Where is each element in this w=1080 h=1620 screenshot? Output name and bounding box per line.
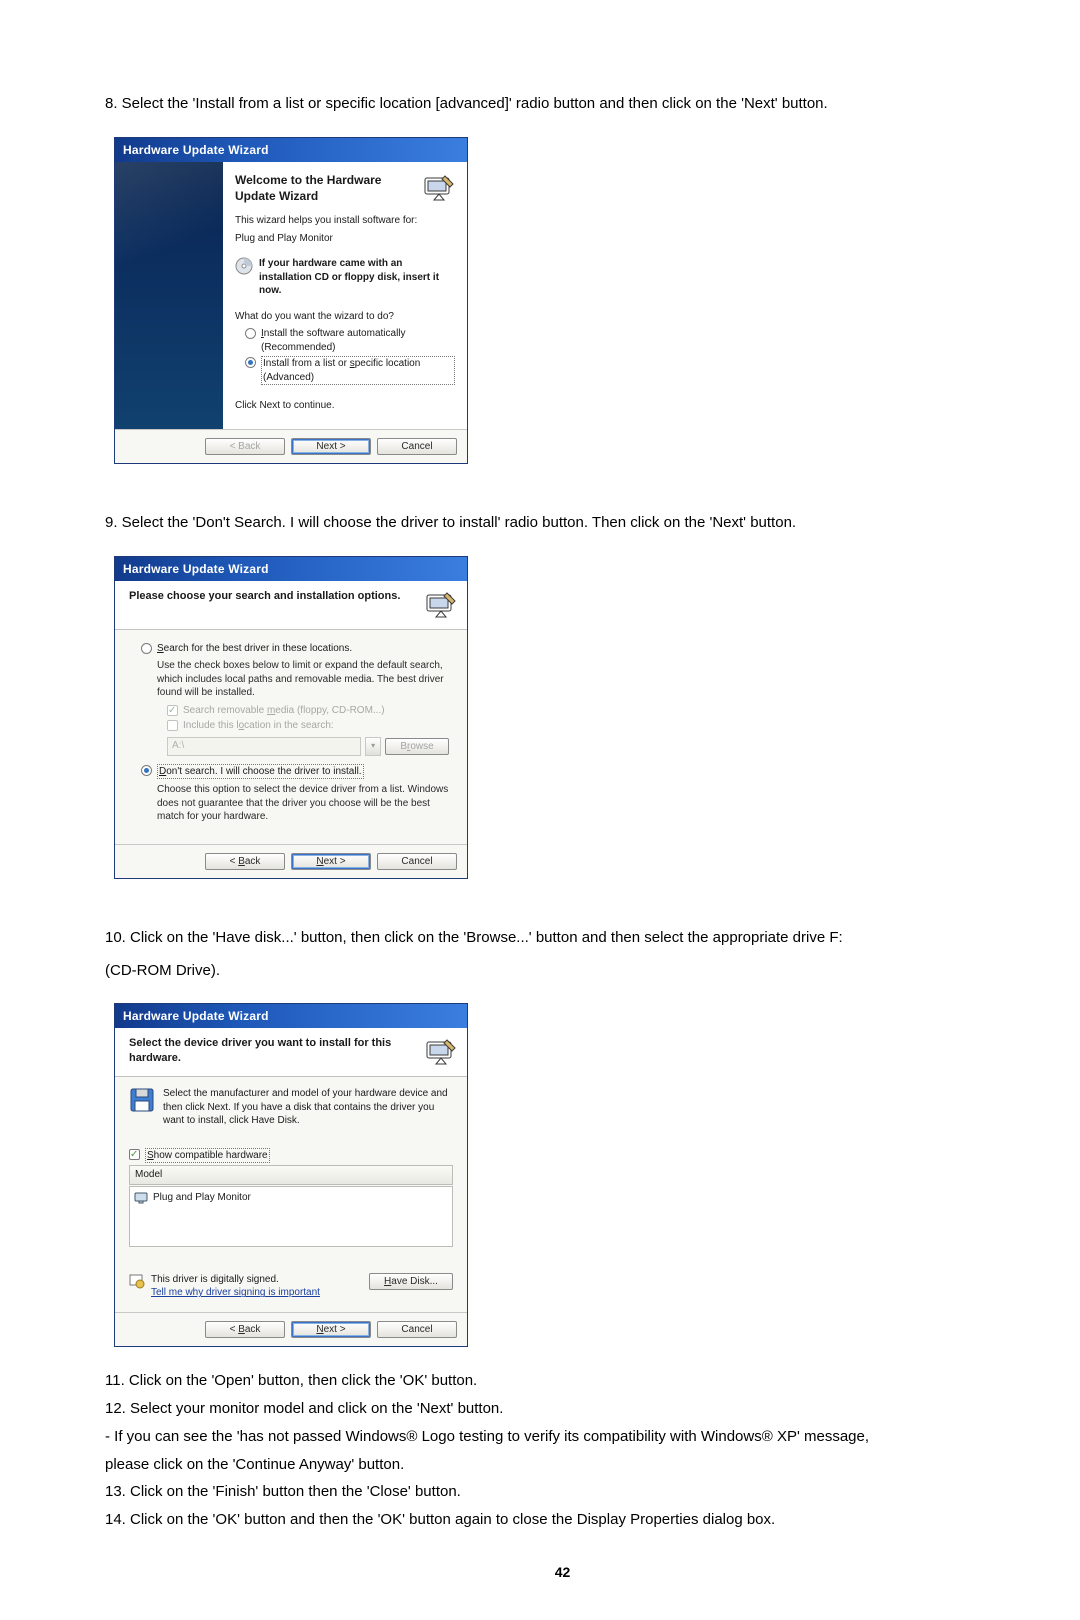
wizard-step-10: Hardware Update Wizard Select the device… — [114, 1003, 468, 1347]
radio-install-list[interactable]: Install from a list or specific location… — [245, 356, 455, 385]
instruction-step-11: 11. Click on the 'Open' button, then cli… — [105, 1367, 1020, 1395]
instruction-step-10-b: (CD-ROM Drive). — [105, 957, 1020, 986]
location-path-input: A:\ — [167, 737, 361, 756]
wizard-line-helps: This wizard helps you install software f… — [235, 214, 455, 228]
wizard-step-8: Hardware Update Wizard Welcome to the Ha… — [114, 137, 468, 465]
instruction-step-14: 14. Click on the 'OK' button and then th… — [105, 1506, 1020, 1534]
checkbox-icon — [129, 1149, 140, 1160]
driver-signed-text: This driver is digitally signed. — [151, 1274, 279, 1285]
checkbox-icon — [167, 720, 178, 731]
driver-signing-link[interactable]: Tell me why driver signing is important — [151, 1287, 320, 1298]
radio-icon — [245, 357, 256, 368]
have-disk-button[interactable]: Have Disk... — [369, 1273, 453, 1291]
search-description: Use the check boxes below to limit or ex… — [157, 659, 449, 700]
instruction-step-8: 8. Select the 'Install from a list or sp… — [105, 90, 1020, 119]
cancel-button[interactable]: Cancel — [377, 1321, 457, 1339]
radio-dont-search-label: Don't search. I will choose the driver t… — [157, 764, 364, 780]
radio-install-list-label: Install from a list or specific location… — [261, 356, 455, 385]
wizard-subtitle: Please choose your search and installati… — [129, 589, 400, 604]
radio-install-auto-label: Install the software automatically (Reco… — [261, 328, 406, 353]
instruction-step-10-a: 10. Click on the 'Have disk...' button, … — [105, 924, 1020, 953]
wizard-title: Hardware Update Wizard — [115, 138, 467, 162]
back-button[interactable]: < Back — [205, 853, 285, 871]
model-column-header[interactable]: Model — [129, 1165, 453, 1185]
model-item-label: Plug and Play Monitor — [153, 1191, 251, 1205]
wizard-prompt: What do you want the wizard to do? — [235, 310, 455, 324]
radio-icon — [141, 765, 152, 776]
next-button[interactable]: Next > — [291, 1321, 371, 1339]
instruction-step-9: 9. Select the 'Don't Search. I will choo… — [105, 509, 1020, 538]
hardware-wizard-icon — [425, 1036, 457, 1068]
radio-install-auto[interactable]: Install the software automatically (Reco… — [245, 327, 455, 354]
checkbox-icon — [167, 705, 178, 716]
checkbox-include-location-label: Include this location in the search: — [183, 719, 334, 733]
disk-icon — [129, 1087, 155, 1113]
wizard-cd-note: If your hardware came with an installati… — [259, 257, 455, 298]
radio-icon — [245, 328, 256, 339]
monitor-icon — [134, 1192, 148, 1204]
wizard-desc: Select the manufacturer and model of you… — [163, 1087, 453, 1128]
wizard-title: Hardware Update Wizard — [115, 1004, 467, 1028]
back-button[interactable]: < Back — [205, 1321, 285, 1339]
list-item[interactable]: Plug and Play Monitor — [134, 1189, 448, 1205]
dont-search-description: Choose this option to select the device … — [157, 783, 449, 824]
wizard-click-next: Click Next to continue. — [235, 399, 455, 413]
checkbox-search-media: Search removable media (floppy, CD-ROM..… — [167, 704, 449, 718]
browse-button: Browse — [385, 738, 449, 756]
instruction-step-12: 12. Select your monitor model and click … — [105, 1395, 1020, 1423]
radio-dont-search[interactable]: Don't search. I will choose the driver t… — [141, 764, 449, 780]
model-listbox[interactable]: Plug and Play Monitor — [129, 1186, 453, 1247]
wizard-side-art — [115, 162, 223, 429]
hardware-wizard-icon — [423, 172, 455, 204]
checkbox-show-compatible-label: Show compatible hardware — [145, 1148, 270, 1164]
next-button[interactable]: Next > — [291, 438, 371, 456]
wizard-subtitle: Select the device driver you want to ins… — [129, 1036, 425, 1066]
certificate-icon — [129, 1273, 145, 1289]
instruction-step-12-note: - If you can see the 'has not passed Win… — [105, 1423, 1020, 1451]
combo-dropdown-button: ▾ — [365, 737, 381, 756]
cancel-button[interactable]: Cancel — [377, 853, 457, 871]
wizard-device-name: Plug and Play Monitor — [235, 232, 455, 246]
wizard-step-9: Hardware Update Wizard Please choose you… — [114, 556, 468, 880]
cd-icon — [235, 257, 253, 275]
checkbox-search-media-label: Search removable media (floppy, CD-ROM..… — [183, 704, 385, 718]
instruction-step-12-note2: please click on the 'Continue Anyway' bu… — [105, 1451, 1020, 1479]
radio-search-best[interactable]: Search for the best driver in these loca… — [141, 642, 449, 656]
hardware-wizard-icon — [425, 589, 457, 621]
checkbox-include-location: Include this location in the search: — [167, 719, 449, 733]
back-button[interactable]: < Back — [205, 438, 285, 456]
instruction-step-13: 13. Click on the 'Finish' button then th… — [105, 1478, 1020, 1506]
radio-icon — [141, 643, 152, 654]
wizard-heading: Welcome to the Hardware Update Wizard — [235, 172, 455, 204]
radio-search-best-label: Search for the best driver in these loca… — [157, 642, 352, 656]
next-button[interactable]: Next > — [291, 853, 371, 871]
page-number: 42 — [105, 1564, 1020, 1580]
cancel-button[interactable]: Cancel — [377, 438, 457, 456]
wizard-title: Hardware Update Wizard — [115, 557, 467, 581]
checkbox-show-compatible[interactable]: Show compatible hardware — [129, 1148, 453, 1164]
